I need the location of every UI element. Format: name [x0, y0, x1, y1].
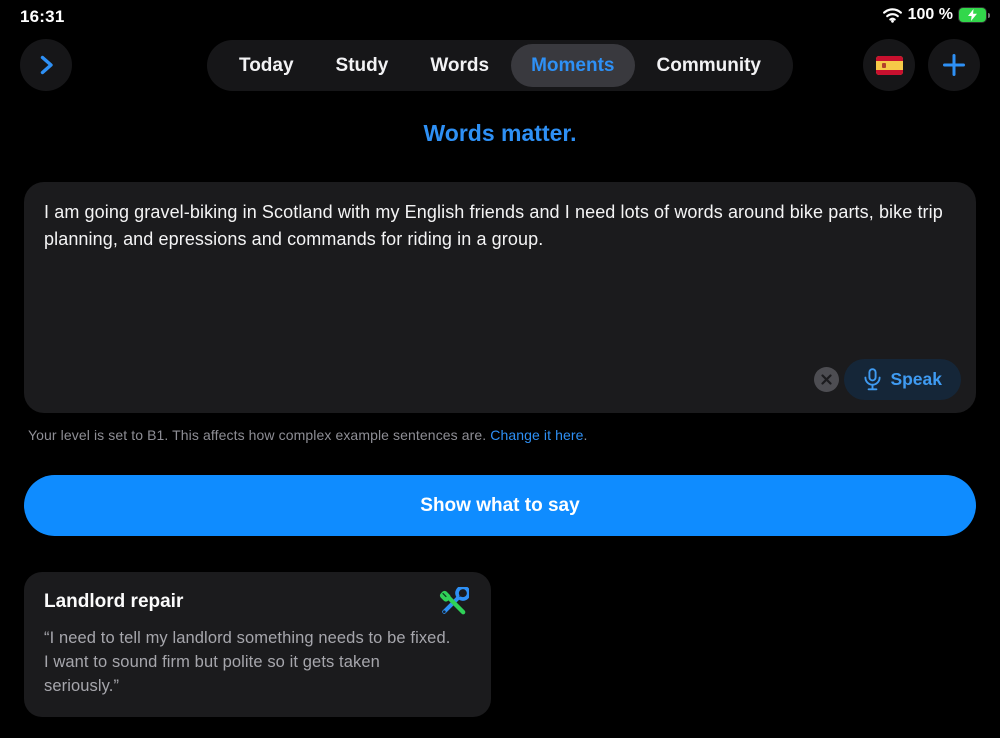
page-title: Words matter. — [0, 120, 1000, 147]
speak-button[interactable]: Speak — [844, 359, 961, 400]
app-screen: 16:31 100 % Today Study Words — [0, 0, 1000, 738]
microphone-icon — [863, 368, 882, 391]
language-button[interactable] — [863, 39, 915, 91]
tools-icon — [438, 587, 469, 618]
main-tab-bar: Today Study Words Moments Community — [207, 40, 793, 91]
battery-percent: 100 % — [908, 6, 953, 24]
prompt-input-card[interactable]: I am going gravel-biking in Scotland wit… — [24, 182, 976, 413]
level-note-text: Your level is set to B1. This affects ho… — [28, 427, 490, 443]
tab-community[interactable]: Community — [637, 44, 782, 87]
prompt-text[interactable]: I am going gravel-biking in Scotland wit… — [44, 199, 952, 252]
show-what-to-say-button[interactable]: Show what to say — [24, 475, 976, 536]
suggestion-card[interactable]: Landlord repair “I need to tell my landl… — [24, 572, 491, 717]
wifi-icon — [883, 8, 902, 23]
expand-sidebar-button[interactable] — [20, 39, 72, 91]
close-icon — [821, 374, 832, 385]
speak-button-label: Speak — [890, 369, 942, 390]
plus-icon — [942, 53, 966, 77]
tab-moments[interactable]: Moments — [511, 44, 634, 87]
change-level-link[interactable]: Change it here — [490, 427, 583, 443]
battery-charging-icon — [959, 8, 986, 22]
add-button[interactable] — [928, 39, 980, 91]
level-note: Your level is set to B1. This affects ho… — [28, 427, 588, 443]
suggestion-quote: “I need to tell my landlord something ne… — [44, 626, 456, 698]
tab-today[interactable]: Today — [219, 44, 314, 87]
clear-text-button[interactable] — [814, 367, 839, 392]
spain-flag-icon — [876, 56, 903, 75]
tab-study[interactable]: Study — [316, 44, 409, 87]
chevron-right-icon — [33, 52, 59, 78]
level-note-suffix: . — [584, 427, 588, 443]
suggestion-title: Landlord repair — [44, 591, 471, 613]
status-time: 16:31 — [20, 7, 64, 27]
tab-words[interactable]: Words — [410, 44, 509, 87]
status-icons: 100 % — [883, 6, 986, 24]
